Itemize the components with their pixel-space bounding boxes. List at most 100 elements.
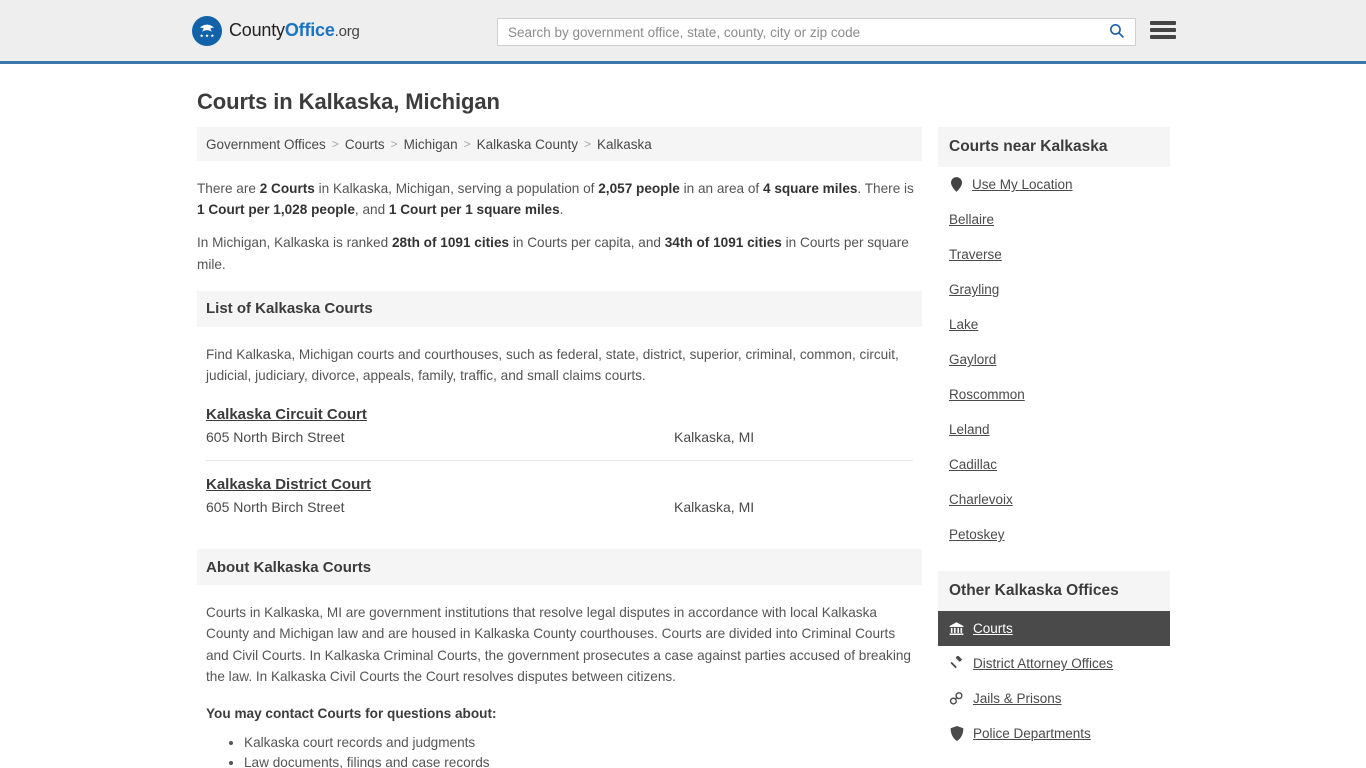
- nearby-section-header: Courts near Kalkaska: [938, 127, 1170, 167]
- nearby-city-row[interactable]: Cadillac: [938, 447, 1170, 482]
- stats-highlight: 1 Court per 1 square miles: [388, 202, 560, 218]
- breadcrumb-item-michigan[interactable]: Michigan: [404, 137, 458, 152]
- stats-highlight: 1 Court per 1,028 people: [197, 202, 355, 218]
- nearby-city-row[interactable]: Bellaire: [938, 202, 1170, 237]
- about-question-item: Kalkaska court records and judgments: [244, 733, 913, 753]
- breadcrumb-item-kalkaska-county[interactable]: Kalkaska County: [477, 137, 578, 152]
- court-list: Kalkaska Circuit Court 605 North Birch St…: [206, 406, 913, 530]
- court-detail: 605 North Birch Street Kalkaska, MI: [206, 429, 913, 445]
- about-section-title: About Kalkaska Courts: [206, 558, 372, 576]
- stats-highlight: 34th of 1091 cities: [664, 235, 782, 251]
- court-city-state: Kalkaska, MI: [674, 429, 755, 446]
- nearby-cities: Bellaire Traverse Grayling Lake Gaylord Rosco…: [938, 202, 1170, 552]
- office-row-district-attorney-offices[interactable]: District Attorney Offices: [938, 646, 1170, 681]
- stats-text: In Michigan, Kalkaska is ranked: [197, 235, 392, 251]
- nearby-city-link-petoskey[interactable]: Petoskey: [949, 527, 1005, 542]
- nearby-list: Use My Location Bellaire Traverse Grayling…: [938, 167, 1170, 552]
- court-name-link[interactable]: Kalkaska District Court: [206, 476, 371, 493]
- stats-highlight: 2,057 people: [598, 181, 680, 196]
- stats-block: There are 2 Courts in Kalkaska, Michigan…: [197, 178, 922, 275]
- stats-highlight: 28th of 1091 cities: [391, 235, 510, 251]
- stats-text: , and: [354, 202, 389, 218]
- breadcrumb-separator: >: [463, 137, 471, 151]
- hamburger-menu-icon[interactable]: [1150, 18, 1176, 42]
- other-offices-title: Other Kalkaska Offices: [949, 582, 1119, 599]
- nearby-city-row[interactable]: Petoskey: [938, 517, 1170, 552]
- about-questions-lead: You may contact Courts for questions abo…: [206, 706, 497, 722]
- nearby-city-link-leland[interactable]: Leland: [949, 422, 990, 437]
- about-section-header: About Kalkaska Courts: [197, 549, 922, 586]
- nearby-city-link-lake[interactable]: Lake: [949, 317, 978, 332]
- map-pin-icon: [949, 177, 964, 192]
- court-name-link[interactable]: Kalkaska Circuit Court: [206, 406, 367, 423]
- nearby-city-link-grayling[interactable]: Grayling: [949, 282, 999, 297]
- office-link[interactable]: Jails & Prisons: [973, 691, 1062, 706]
- bank-courthouse-icon: [949, 621, 964, 636]
- office-link[interactable]: Courts: [973, 621, 1013, 636]
- nearby-city-row[interactable]: Traverse: [938, 237, 1170, 272]
- nearby-city-row[interactable]: Grayling: [938, 272, 1170, 307]
- logo-wordmark: CountyOffice.org: [229, 20, 360, 41]
- office-link[interactable]: Police Departments: [973, 726, 1091, 741]
- nearby-city-link-gaylord[interactable]: Gaylord: [949, 352, 996, 367]
- sidebar: Courts near Kalkaska Use My Location Bel…: [938, 127, 1170, 751]
- list-section-title: List of Kalkaska Courts: [206, 300, 373, 318]
- stats-highlight: 2 Courts: [259, 181, 315, 196]
- stats-text: in Courts per capita, and: [509, 235, 665, 251]
- search-icon: [1108, 22, 1125, 42]
- stats-text: in Kalkaska, Michigan, serving a populat…: [314, 181, 599, 196]
- court-city-state: Kalkaska, MI: [674, 499, 755, 516]
- list-section-header: List of Kalkaska Courts: [197, 290, 922, 327]
- nearby-city-row[interactable]: Lake: [938, 307, 1170, 342]
- nearby-city-link-cadillac[interactable]: Cadillac: [949, 457, 997, 472]
- search-button[interactable]: [1104, 22, 1135, 42]
- stats-text: There are: [197, 181, 260, 196]
- nearby-city-row[interactable]: Gaylord: [938, 342, 1170, 377]
- search-input[interactable]: [498, 24, 1104, 40]
- other-offices-header: Other Kalkaska Offices: [938, 571, 1170, 611]
- office-row-jails-prisons[interactable]: Jails & Prisons: [938, 681, 1170, 716]
- search-bar[interactable]: [497, 18, 1136, 46]
- breadcrumb-separator: >: [331, 137, 339, 151]
- stats-line-2: In Michigan, Kalkaska is ranked 28th of …: [197, 232, 922, 274]
- handcuffs-icon: [949, 691, 964, 706]
- nearby-city-row[interactable]: Leland: [938, 412, 1170, 447]
- office-row-courts[interactable]: Courts: [938, 611, 1170, 646]
- about-paragraph: Courts in Kalkaska, MI are government in…: [206, 605, 911, 684]
- hamburger-bar: [1150, 35, 1176, 39]
- court-detail: 605 North Birch Street Kalkaska, MI: [206, 499, 913, 515]
- stats-text: .: [559, 202, 564, 218]
- nearby-city-link-bellaire[interactable]: Bellaire: [949, 212, 994, 227]
- page-container: Courts in Kalkaska, Michigan Government …: [0, 89, 1366, 768]
- use-my-location-link[interactable]: Use My Location: [972, 177, 1073, 192]
- list-section-body: Find Kalkaska, Michigan courts and court…: [197, 344, 922, 530]
- breadcrumb-item-kalkaska: Kalkaska: [596, 136, 652, 152]
- office-link[interactable]: District Attorney Offices: [973, 656, 1113, 671]
- list-section-intro: Find Kalkaska, Michigan courts and court…: [206, 346, 899, 384]
- hamburger-bar: [1150, 28, 1176, 32]
- stats-text: in an area of: [679, 181, 763, 196]
- stats-highlight: 4 square miles: [762, 181, 858, 196]
- shield-icon: [949, 726, 964, 741]
- page-title: Courts in Kalkaska, Michigan: [197, 89, 500, 114]
- about-questions-list: Kalkaska court records and judgmentsLaw …: [206, 733, 913, 768]
- nearby-city-link-roscommon[interactable]: Roscommon: [949, 387, 1025, 402]
- breadcrumb-separator: >: [390, 137, 398, 151]
- court-entry: Kalkaska Circuit Court 605 North Birch St…: [206, 406, 913, 462]
- breadcrumb-item-courts[interactable]: Courts: [345, 137, 385, 152]
- nearby-city-link-traverse[interactable]: Traverse: [949, 247, 1002, 262]
- nearby-city-row[interactable]: Roscommon: [938, 377, 1170, 412]
- site-logo[interactable]: CountyOffice.org: [192, 15, 360, 46]
- office-row-police-departments[interactable]: Police Departments: [938, 716, 1170, 751]
- nearby-city-row[interactable]: Charlevoix: [938, 482, 1170, 517]
- content-columns: Government Offices > Courts > Michigan > Kalka…: [197, 127, 1174, 768]
- about-question-item: Law documents, filings and case records: [244, 753, 913, 768]
- use-my-location-row[interactable]: Use My Location: [938, 167, 1170, 202]
- main-content: Government Offices > Courts > Michigan > Kalka…: [197, 127, 922, 768]
- logo-text-county: County: [229, 20, 285, 40]
- court-address: 605 North Birch Street: [206, 429, 345, 446]
- eagle-shield-icon: [192, 15, 222, 46]
- nearby-city-link-charlevoix[interactable]: Charlevoix: [949, 492, 1013, 507]
- stats-line-1: There are 2 Courts in Kalkaska, Michigan…: [197, 178, 922, 220]
- breadcrumb-item-government-offices[interactable]: Government Offices: [206, 137, 326, 152]
